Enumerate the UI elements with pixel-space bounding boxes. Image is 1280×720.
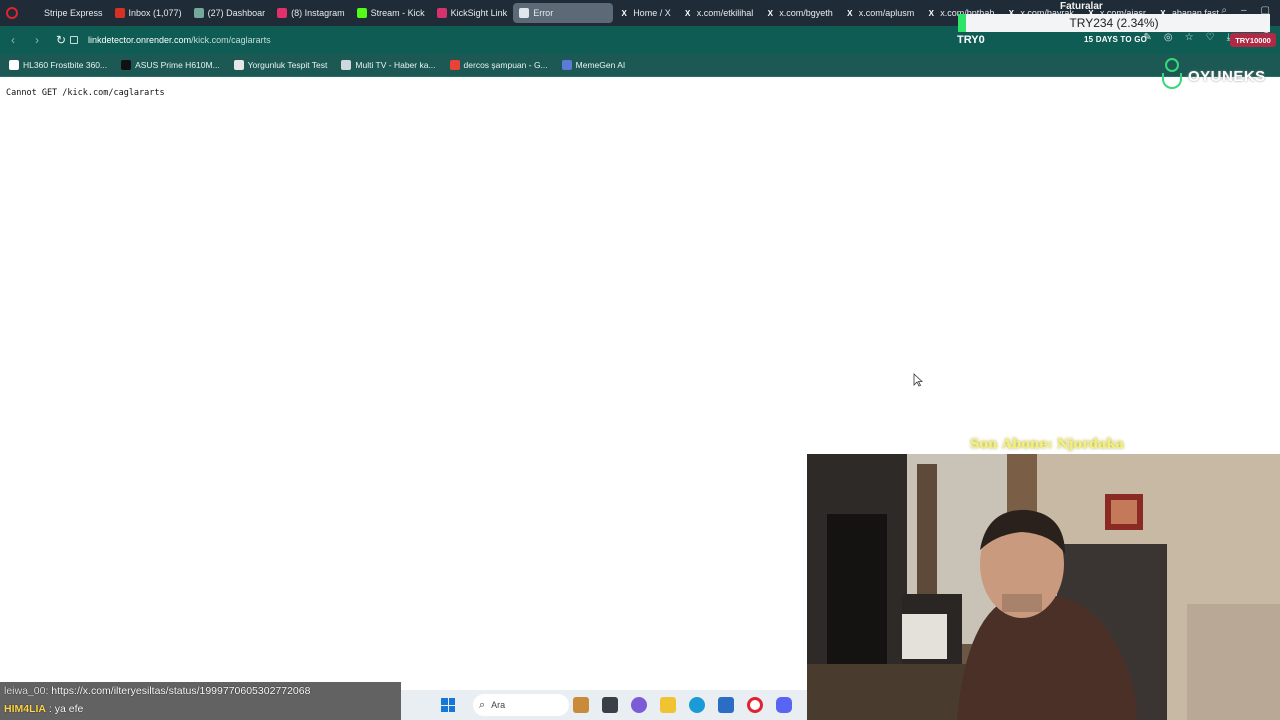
tab-label: (8) Instagram <box>291 8 345 18</box>
bookmark-label: ASUS Prime H610M... <box>135 60 220 70</box>
bookmark-icon-1 <box>9 60 19 70</box>
widgets-app-icon[interactable] <box>573 697 589 713</box>
tab[interactable]: Inbox (1,077) <box>109 3 188 23</box>
chat-username: leiwa_00 <box>4 685 46 697</box>
forward-button[interactable]: › <box>26 29 48 51</box>
bookmark-label: MemeGen AI <box>575 60 626 70</box>
tab[interactable]: (8) Instagram <box>271 3 351 23</box>
url-path: /kick.com/caglararts <box>191 35 271 45</box>
tab-label: x.com/bgyeth <box>779 8 833 18</box>
instagram-icon <box>277 8 288 18</box>
bookmark-item[interactable]: ASUS Prime H610M... <box>116 60 225 70</box>
tab-label: Stream - Kick <box>370 8 425 18</box>
webcam-feed <box>807 454 1280 720</box>
opera-logo-icon[interactable] <box>6 7 18 19</box>
tab[interactable]: KickSight Link <box>431 3 514 23</box>
lock-icon <box>70 36 78 44</box>
brand-name: OYUNEKS <box>1188 68 1266 85</box>
edge-app-icon[interactable] <box>689 697 705 713</box>
search-placeholder: Ara <box>491 700 506 710</box>
oyuneks-mascot-icon <box>1160 58 1184 90</box>
tv-icon <box>341 60 352 70</box>
tab-label: x.com/aplusm <box>858 8 915 18</box>
discord-app-icon[interactable] <box>776 697 792 713</box>
document-icon <box>233 60 244 70</box>
bookmark-label: HL360 Frostbite 360... <box>23 60 108 70</box>
ticker-text: TRY234 (2.34%) <box>1069 16 1159 30</box>
search-icon: ⌕ <box>479 698 486 711</box>
camera-icon[interactable]: ◎ <box>1164 32 1173 43</box>
bookmark-item[interactable]: dercos şampuan - G... <box>445 60 553 70</box>
tab[interactable]: X Home / X <box>613 3 677 23</box>
tab[interactable]: (27) Dashboar <box>188 3 272 23</box>
chat-text: : https://x.com/ilteryesiltas/status/199… <box>45 685 311 697</box>
url-host: linkdetector.onrender.com <box>88 35 192 45</box>
opera-app-icon[interactable] <box>747 697 763 713</box>
chat-overlay: leiwa_00: https://x.com/ilteryesiltas/st… <box>0 682 401 720</box>
error-message: Cannot GET /kick.com/caglararts <box>6 88 165 98</box>
bookmark-item[interactable]: HL360 Frostbite 360... <box>4 60 112 70</box>
kick-icon <box>356 8 367 18</box>
mouse-cursor-icon <box>913 373 923 387</box>
sponsor-logo: OYUNEKS <box>1160 58 1266 90</box>
chatgpt-icon <box>193 8 204 18</box>
copilot-app-icon[interactable] <box>631 697 647 713</box>
x-icon: X <box>847 8 853 18</box>
tab-label: Stripe Express <box>44 8 103 18</box>
bookmark-item[interactable]: Yorgunluk Tespit Test <box>229 60 333 70</box>
bookmark-item[interactable]: Multi TV - Haber ka... <box>336 60 440 70</box>
ticker-title: Faturalar <box>1060 1 1103 12</box>
tab[interactable]: Error <box>513 3 614 23</box>
gmail-icon <box>114 8 125 18</box>
tab[interactable]: Stream - Kick <box>351 3 431 23</box>
tab-label: Error <box>533 8 554 18</box>
taskbar: ⌕ Ara <box>401 690 807 720</box>
stripe-icon <box>30 8 40 18</box>
file-explorer-icon[interactable] <box>660 697 676 713</box>
x-icon: X <box>928 8 934 18</box>
kicksight-icon <box>436 8 447 18</box>
address-bar[interactable]: linkdetector.onrender.com /kick.com/cagl… <box>70 31 940 49</box>
donation-ticker: TRY234 (2.34%) <box>958 14 1270 32</box>
tab-label: (27) Dashboar <box>207 8 266 18</box>
goal-days: 15 DAYS TO GO <box>1084 35 1148 44</box>
bookmarks-bar: HL360 Frostbite 360... ASUS Prime H610M..… <box>0 54 1280 77</box>
bookmark-icon-2 <box>121 60 132 70</box>
webcam-scene <box>807 454 1280 720</box>
heart-icon[interactable]: ♡ <box>1206 32 1215 43</box>
bookmark-label: Yorgunluk Tespit Test <box>247 60 328 70</box>
tab-label: Home / X <box>633 8 671 18</box>
bookmark-item[interactable]: MemeGen AI <box>557 60 631 70</box>
chat-message: HIM4LIA : ya efe <box>4 703 83 715</box>
store-app-icon[interactable] <box>718 697 734 713</box>
last-subscriber-alert: Son Abone: Njordaka <box>970 437 1124 452</box>
x-icon: X <box>621 8 627 18</box>
tab-label: Inbox (1,077) <box>128 8 182 18</box>
tab[interactable]: Xx.com/aplusm <box>839 3 921 23</box>
taskbar-search[interactable]: ⌕ Ara <box>473 694 569 716</box>
back-button[interactable]: ‹ <box>2 29 24 51</box>
tab[interactable]: Xx.com/etkilihal <box>677 3 760 23</box>
x-icon: X <box>767 8 773 18</box>
memegen-icon <box>561 60 572 70</box>
goal-current: TRY0 <box>957 34 985 46</box>
task-view-icon[interactable] <box>602 697 618 713</box>
page-icon <box>519 8 530 18</box>
reload-button[interactable]: ↻ <box>50 29 72 51</box>
windows-start-icon[interactable] <box>441 698 455 712</box>
bookmark-label: dercos şampuan - G... <box>463 60 548 70</box>
chat-message: leiwa_00: https://x.com/ilteryesiltas/st… <box>4 685 310 697</box>
bookmark-label: Multi TV - Haber ka... <box>355 60 436 70</box>
google-icon <box>449 60 460 70</box>
goal-target: TRY10000 <box>1230 33 1276 47</box>
chat-username: HIM4LIA <box>4 703 46 715</box>
tab[interactable]: Xx.com/bgyeth <box>759 3 839 23</box>
tab-label: KickSight Link <box>450 8 508 18</box>
chat-text: : ya efe <box>46 703 84 715</box>
bookmark-icon[interactable]: ☆ <box>1185 32 1194 43</box>
x-icon: X <box>685 8 691 18</box>
tab-label: x.com/etkilihal <box>696 8 754 18</box>
ticker-progress-bar <box>958 14 966 32</box>
tab[interactable]: Stripe Express <box>24 3 109 23</box>
